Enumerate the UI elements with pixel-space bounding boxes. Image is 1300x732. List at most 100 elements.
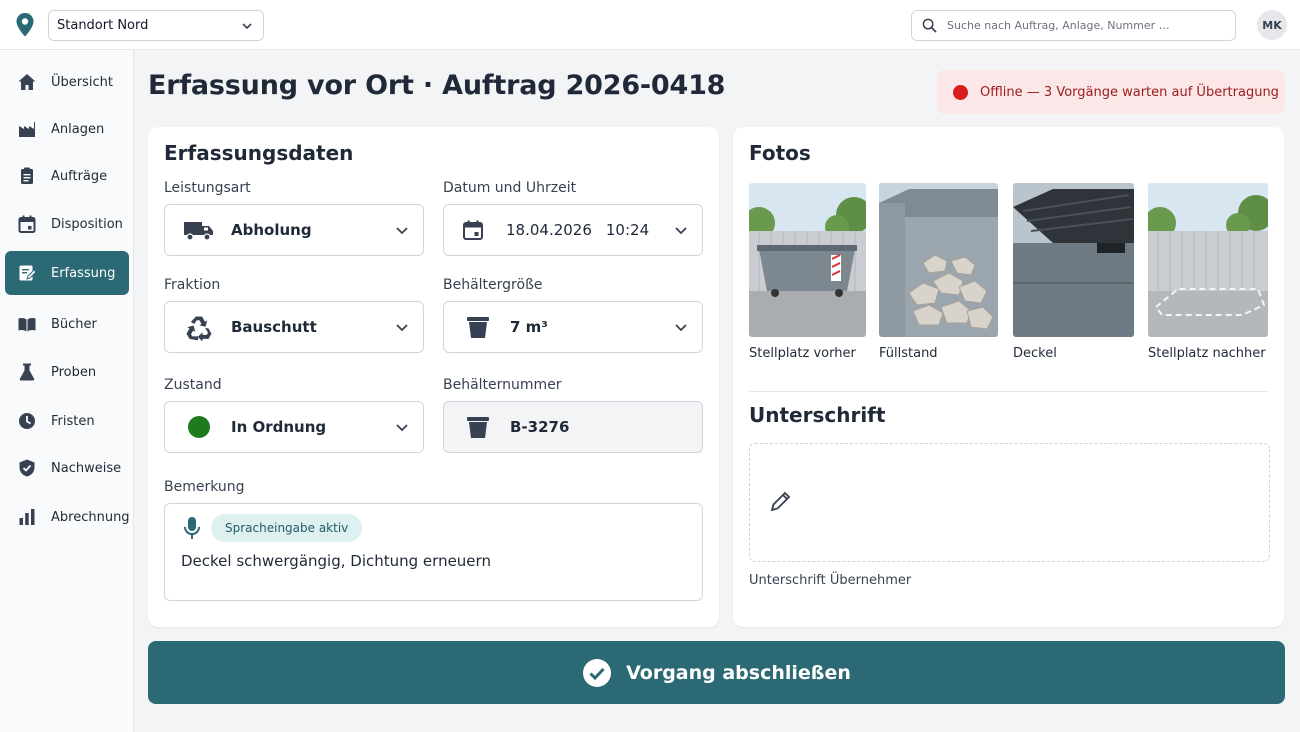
chevron-down-icon: [675, 324, 687, 332]
voice-input-chip[interactable]: Spracheingabe aktiv: [211, 514, 363, 542]
photo-thumbnail[interactable]: [1013, 183, 1134, 337]
sidebar-item-anlagen[interactable]: Anlagen: [5, 107, 129, 151]
photo-thumbnail[interactable]: [1148, 183, 1268, 337]
photo-deckel: [1013, 183, 1134, 337]
photo-stellplatz-vorher: [749, 183, 866, 337]
sidebar-item-label: Übersicht: [51, 74, 113, 90]
finish-button-label: Vorgang abschließen: [626, 661, 851, 684]
groesse-label: Behältergröße: [443, 277, 543, 293]
fraktion-label: Fraktion: [164, 277, 221, 293]
bemerkung-label: Bemerkung: [164, 479, 245, 495]
chevron-down-icon: [396, 227, 408, 235]
leistungsart-value: Abholung: [231, 221, 312, 239]
finish-button[interactable]: Vorgang abschließen: [148, 641, 1285, 704]
sidebar-item-proben[interactable]: Proben: [5, 350, 129, 394]
calendar-icon: [463, 220, 483, 240]
signature-title: Unterschrift: [749, 403, 886, 427]
site-select-value: Standort Nord: [57, 18, 149, 33]
bin-icon: [467, 417, 489, 438]
photo-caption: Füllstand: [879, 346, 938, 361]
photo-caption: Deckel: [1013, 346, 1057, 361]
capture-form-card: Erfassungsdaten Leistungsart Abholung Da…: [148, 127, 719, 627]
edit-note-icon: [19, 265, 37, 281]
pen-icon: [770, 491, 791, 512]
sidebar-item-buecher[interactable]: Bücher: [5, 302, 129, 346]
bemerkung-input[interactable]: Spracheingabe aktiv Deckel schwergängig,…: [164, 503, 703, 601]
sidebar-item-label: Abrechnung: [51, 509, 130, 525]
groesse-value: 7 m³: [510, 318, 548, 336]
avatar[interactable]: MK: [1257, 10, 1287, 40]
photo-thumbnail[interactable]: [879, 183, 998, 337]
photo-caption: Stellplatz vorher: [749, 346, 856, 361]
sidebar-item-fristen[interactable]: Fristen: [5, 399, 129, 443]
sidebar-item-label: Aufträge: [51, 168, 108, 184]
signature-pad[interactable]: [749, 443, 1270, 562]
sidebar-item-label: Disposition: [51, 216, 123, 232]
zustand-label: Zustand: [164, 377, 222, 393]
bemerkung-text: Deckel schwergängig, Dichtung erneuern: [181, 552, 491, 570]
sidebar-item-label: Anlagen: [51, 121, 105, 137]
home-icon: [18, 74, 36, 90]
sidebar-item-label: Fristen: [51, 413, 95, 429]
zustand-select[interactable]: In Ordnung: [164, 401, 424, 453]
sidebar-item-erfassung[interactable]: Erfassung: [5, 251, 129, 295]
sidebar-item-nachweise[interactable]: Nachweise: [5, 446, 129, 490]
nummer-field[interactable]: B-3276: [443, 401, 703, 453]
shield-check-icon: [19, 459, 35, 477]
calendar-icon: [18, 215, 36, 233]
photos-card: Fotos Stellplatz vorher Füllstand Deckel…: [733, 127, 1284, 627]
book-icon: [18, 317, 36, 332]
page-title: Erfassung vor Ort · Auftrag 2026-0418: [148, 70, 726, 101]
photos-title: Fotos: [749, 141, 811, 165]
factory-icon: [19, 122, 35, 137]
search-input[interactable]: [947, 19, 1225, 32]
form-title: Erfassungsdaten: [164, 141, 354, 165]
datum-picker[interactable]: 18.04.2026 10:24: [443, 204, 703, 256]
clipboard-icon: [21, 167, 33, 184]
flask-icon: [19, 363, 35, 381]
check-circle-icon: [583, 658, 612, 687]
groesse-select[interactable]: 7 m³: [443, 301, 703, 353]
site-select[interactable]: Standort Nord: [48, 10, 264, 41]
offline-text: Offline — 3 Vorgänge warten auf Übertrag…: [980, 84, 1279, 100]
nummer-value: B-3276: [510, 418, 570, 436]
search-icon: [922, 18, 937, 33]
photo-thumbnail[interactable]: [749, 183, 866, 337]
chevron-down-icon: [242, 22, 252, 29]
status-ok-icon: [188, 416, 210, 438]
offline-dot-icon: [953, 84, 968, 100]
zustand-value: In Ordnung: [231, 418, 327, 436]
datum-date-value: 18.04.2026: [506, 221, 592, 239]
photo-stellplatz-nachher: [1148, 183, 1268, 337]
signature-caption: Unterschrift Übernehmer: [749, 573, 912, 588]
sidebar-item-auftraege[interactable]: Aufträge: [5, 154, 129, 198]
bar-chart-icon: [19, 509, 35, 525]
clock-icon: [19, 413, 35, 429]
truck-icon: [184, 222, 213, 241]
top-bar: Standort Nord MK: [0, 0, 1300, 50]
datum-label: Datum und Uhrzeit: [443, 180, 577, 196]
photo-fuellstand: [879, 183, 998, 337]
sidebar-item-label: Bücher: [51, 316, 97, 332]
chevron-down-icon: [396, 324, 408, 332]
leistungsart-select[interactable]: Abholung: [164, 204, 424, 256]
chevron-down-icon: [675, 227, 687, 235]
datum-time-value: 10:24: [605, 221, 650, 239]
chevron-down-icon: [396, 424, 408, 432]
sidebar: Übersicht Anlagen Aufträge Disposition E…: [0, 50, 134, 732]
leistungsart-label: Leistungsart: [164, 180, 251, 196]
sidebar-item-uebersicht[interactable]: Übersicht: [5, 60, 129, 104]
bin-icon: [467, 317, 489, 338]
divider: [749, 391, 1268, 392]
sidebar-item-disposition[interactable]: Disposition: [5, 202, 129, 246]
fraktion-select[interactable]: Bauschutt: [164, 301, 424, 353]
photo-caption: Stellplatz nachher: [1148, 346, 1266, 361]
location-pin-icon: [16, 13, 34, 37]
sidebar-item-label: Proben: [51, 364, 97, 380]
sidebar-item-abrechnung[interactable]: Abrechnung: [5, 495, 130, 539]
search-box[interactable]: [911, 10, 1236, 41]
nummer-label: Behälternummer: [443, 377, 562, 393]
microphone-icon[interactable]: [182, 516, 202, 542]
fraktion-value: Bauschutt: [231, 318, 317, 336]
sidebar-item-label: Erfassung: [51, 265, 116, 281]
